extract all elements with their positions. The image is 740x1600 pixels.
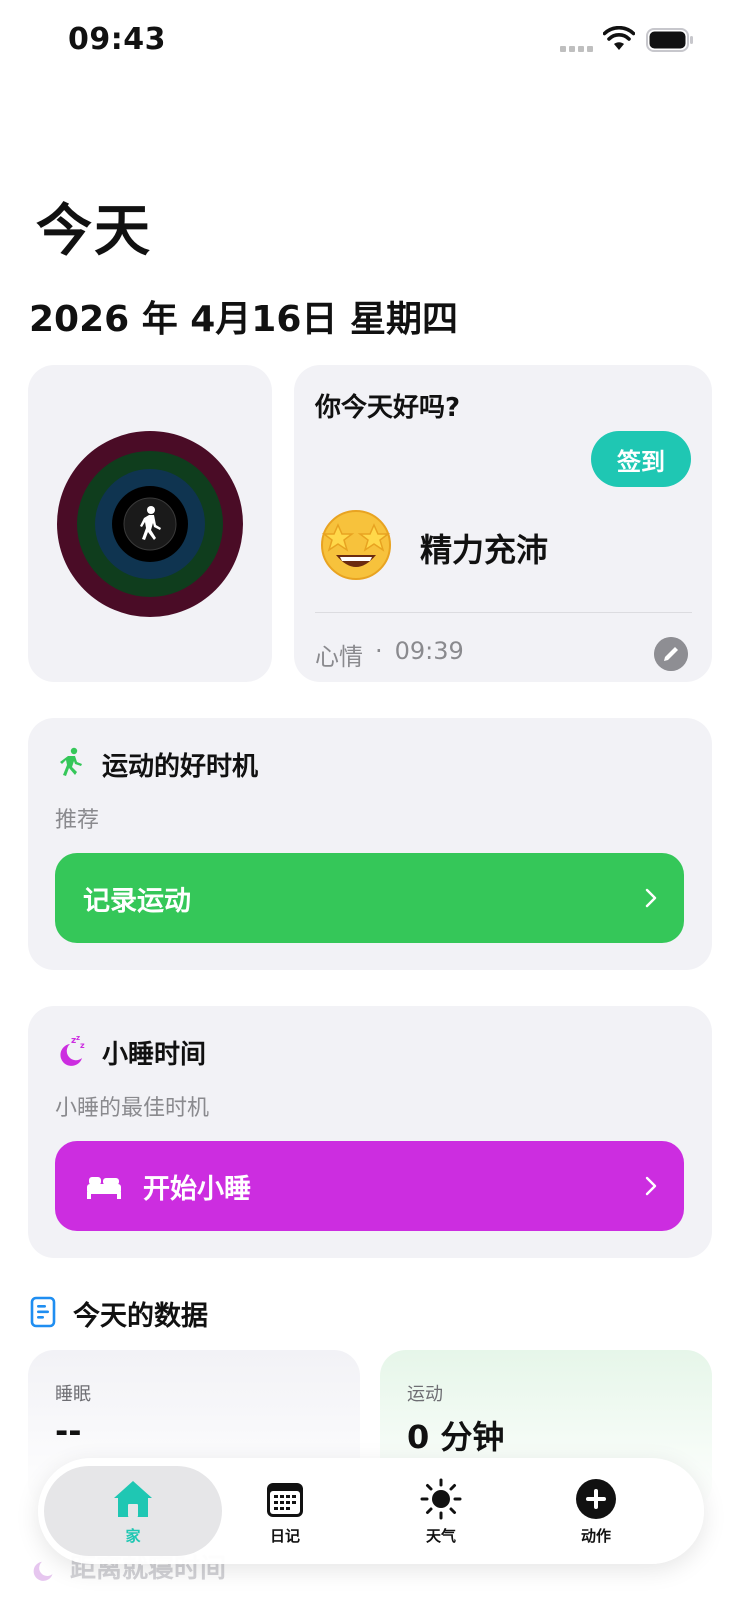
star-struck-emoji-icon	[321, 510, 391, 580]
current-date: 2026 年 4月16日 星期四	[29, 299, 458, 340]
exercise-stat-value: 0 分钟	[407, 1418, 505, 1456]
bed-icon	[87, 1177, 121, 1199]
activity-rings	[57, 431, 243, 617]
activity-rings-card[interactable]	[28, 365, 272, 682]
start-nap-label: 开始小睡	[143, 1173, 251, 1205]
tab-actions[interactable]: 动作	[516, 1458, 676, 1564]
nap-subtitle: 小睡的最佳时机	[55, 1096, 210, 1121]
moon-zzz-icon: z z z	[60, 1034, 85, 1066]
checkin-button[interactable]: 签到	[591, 431, 691, 487]
battery-icon	[646, 28, 693, 52]
chevron-right-icon	[645, 1176, 657, 1196]
exercise-stat-label: 运动	[407, 1384, 443, 1405]
tab-diary[interactable]: 日记	[205, 1458, 365, 1564]
calendar-icon	[267, 1482, 303, 1517]
status-bar: 09:43	[0, 0, 740, 84]
exercise-card: 运动的好时机 推荐 记录运动	[28, 718, 712, 970]
meta-separator: ·	[375, 637, 383, 665]
running-figure-icon	[60, 747, 82, 776]
bottom-tab-bar: 家 日记 天气 动作	[38, 1458, 704, 1564]
log-exercise-button[interactable]: 记录运动	[55, 853, 684, 943]
tab-label: 动作	[580, 1526, 611, 1545]
today-data-title: 今天的数据	[73, 1301, 208, 1332]
tab-label: 天气	[425, 1526, 456, 1545]
svg-text:z: z	[80, 1041, 85, 1050]
chevron-right-icon	[645, 888, 657, 908]
sleep-stat-value: --	[55, 1412, 82, 1450]
mood-state: 精力充沛	[420, 531, 549, 569]
edit-pencil-icon[interactable]	[654, 637, 688, 671]
wifi-icon	[603, 26, 635, 50]
cellular-signal-icon	[560, 46, 594, 52]
today-screen: 09:43 今天 2026 年 4月16日 星期四 你今天好吗? 签到 精力充沛…	[0, 0, 740, 1600]
tab-label: 日记	[269, 1526, 300, 1545]
exercise-subtitle: 推荐	[55, 808, 100, 833]
log-exercise-label: 记录运动	[83, 885, 191, 917]
sun-icon	[420, 1478, 462, 1519]
page-title: 今天	[36, 199, 152, 264]
start-nap-button[interactable]: 开始小睡	[55, 1141, 684, 1231]
mood-meta: 心情 · 09:39	[315, 637, 464, 672]
divider	[315, 612, 692, 613]
nap-title: 小睡时间	[102, 1040, 207, 1070]
tab-label: 家	[125, 1526, 141, 1545]
document-chart-icon	[30, 1296, 56, 1328]
exercise-title: 运动的好时机	[102, 752, 259, 782]
mood-time: 09:39	[394, 637, 464, 665]
sleep-stat-label: 睡眠	[55, 1384, 91, 1405]
mood-question: 你今天好吗?	[315, 393, 461, 423]
plus-circle-icon	[576, 1478, 616, 1519]
mood-card: 你今天好吗? 签到 精力充沛 心情 · 09:39	[294, 365, 712, 682]
tab-weather[interactable]: 天气	[361, 1458, 521, 1564]
nap-card: z z z 小睡时间 小睡的最佳时机 开始小睡	[28, 1006, 712, 1258]
mood-category: 心情	[315, 643, 363, 671]
tab-home[interactable]: 家	[44, 1466, 222, 1556]
moon-zzz-icon	[33, 1561, 53, 1581]
home-icon	[114, 1480, 152, 1517]
status-time: 09:43	[68, 22, 166, 57]
